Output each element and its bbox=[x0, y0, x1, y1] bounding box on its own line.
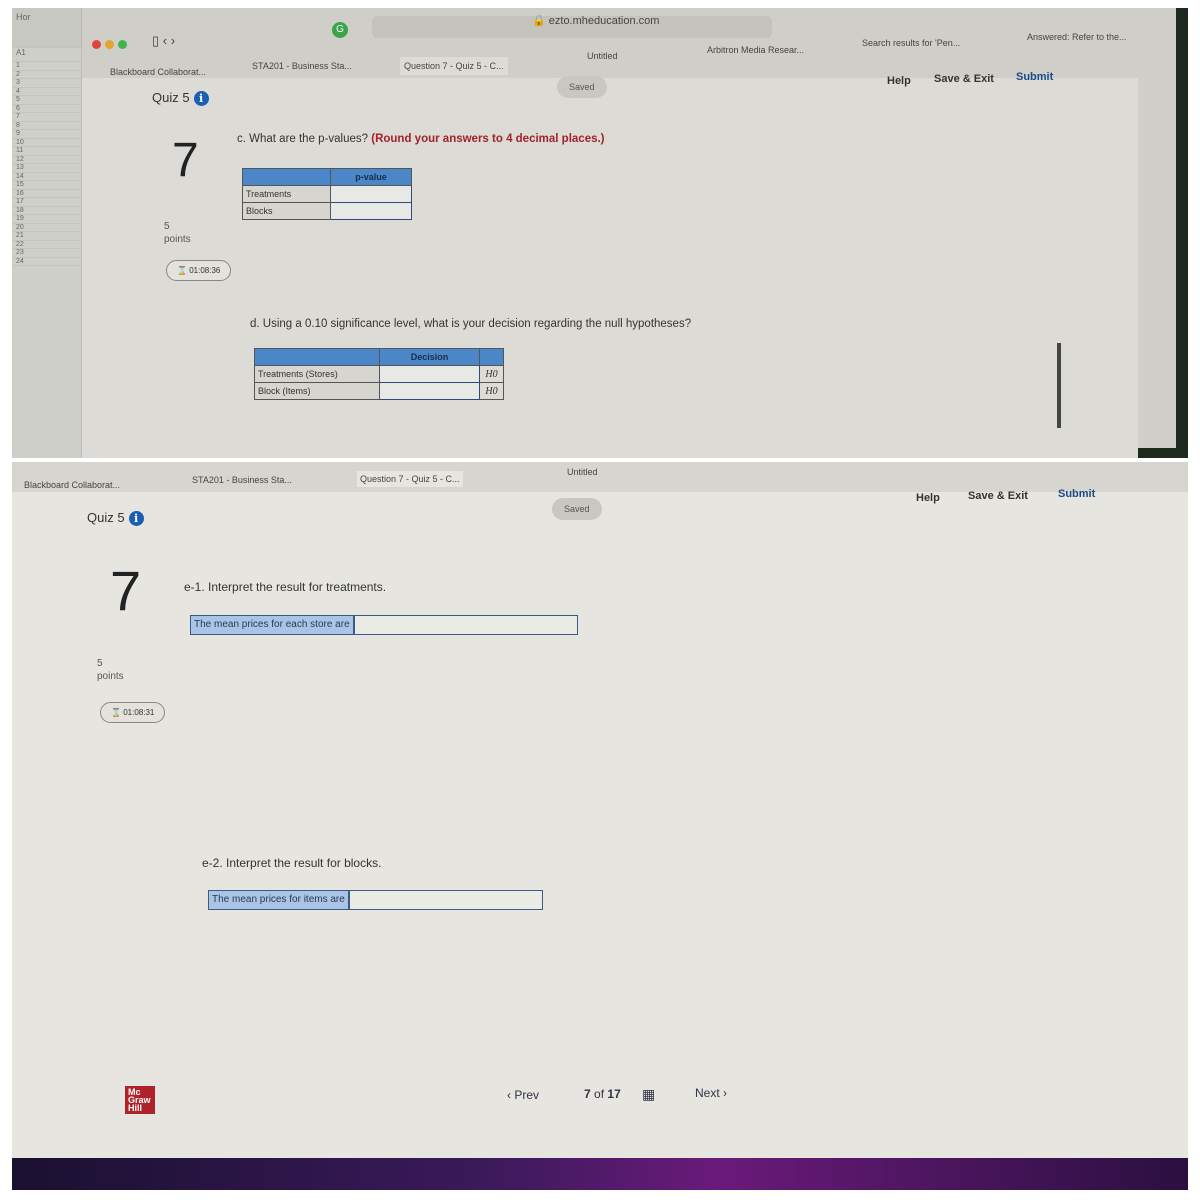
blocks-pvalue-input[interactable] bbox=[330, 202, 412, 220]
quiz-content: Saved Help Save & Exit Submit Quiz 5i 7 … bbox=[82, 71, 1138, 458]
sidebar-toggle-icon[interactable]: ▯ ‹ › bbox=[152, 33, 175, 49]
saved-indicator: Saved bbox=[557, 76, 607, 98]
chevron-right-icon: › bbox=[719, 1086, 728, 1100]
treatments-pvalue-input[interactable] bbox=[330, 185, 412, 203]
hourglass-icon: ⌛ bbox=[177, 266, 187, 275]
quiz-footer: Mc Graw Hill ‹ Prev 7 of 17 ▦ Next › bbox=[12, 1080, 1188, 1190]
info-icon[interactable]: i bbox=[193, 91, 209, 106]
tab-untitled[interactable]: Untitled bbox=[567, 467, 598, 477]
bottom-screenshot: Blackboard Collaborat... STA201 - Busine… bbox=[12, 462, 1188, 1190]
e2-answer: The mean prices for items are bbox=[208, 890, 543, 910]
tab-blackboard[interactable]: Blackboard Collaborat... bbox=[110, 67, 206, 77]
page-indicator: 7 of 17 bbox=[584, 1087, 621, 1101]
question-d: d. Using a 0.10 significance level, what… bbox=[250, 318, 692, 330]
points: 5 points bbox=[164, 221, 191, 245]
cursor-bar bbox=[1057, 343, 1061, 428]
submit-link[interactable]: Submit bbox=[1058, 488, 1095, 500]
pvalue-table: p-value Treatments Blocks bbox=[242, 168, 412, 220]
background-window-edge bbox=[1138, 8, 1188, 458]
tab-search-results[interactable]: Search results for 'Pen... bbox=[862, 38, 960, 48]
grid-icon[interactable]: ▦ bbox=[642, 1086, 655, 1103]
tab-answered[interactable]: Answered: Refer to the... bbox=[1027, 32, 1127, 42]
prev-button[interactable]: ‹ Prev bbox=[507, 1088, 539, 1102]
info-icon[interactable]: i bbox=[128, 511, 144, 526]
address-bar[interactable]: 🔒 ezto.mheducation.com bbox=[532, 14, 659, 27]
decision-table: Decision Treatments (Stores) H0 Block (It… bbox=[254, 348, 504, 400]
saved-indicator: Saved bbox=[552, 498, 602, 520]
question-c: c. What are the p-values? (Round your an… bbox=[237, 133, 605, 145]
timer: ⌛ 01:08:36 bbox=[166, 260, 232, 281]
tab-question7[interactable]: Question 7 - Quiz 5 - C... bbox=[400, 57, 508, 75]
timer: ⌛ 01:08:31 bbox=[100, 702, 166, 723]
help-link[interactable]: Help bbox=[916, 492, 940, 504]
top-screenshot: Hor A1 1 2 3 4 5 6 7 8 9 10 11 12 13 14 15 16 17 18 19 20 21… bbox=[12, 8, 1188, 458]
tab-untitled[interactable]: Untitled bbox=[587, 51, 618, 61]
save-exit-link[interactable]: Save & Exit bbox=[968, 490, 1028, 502]
points: 5 points bbox=[97, 658, 124, 682]
e1-answer: The mean prices for each store are bbox=[190, 615, 578, 635]
quiz-title: Quiz 5i bbox=[87, 510, 144, 526]
e2-answer-input[interactable] bbox=[349, 891, 542, 909]
spreadsheet-sidebar: Hor A1 1 2 3 4 5 6 7 8 9 10 11 12 13 14 15 16 17 18 19 20 21… bbox=[12, 8, 82, 458]
mcgraw-hill-logo: Mc Graw Hill bbox=[125, 1086, 155, 1114]
tab-arbitron[interactable]: Arbitron Media Resear... bbox=[707, 45, 804, 55]
blocks-decision-select[interactable] bbox=[379, 382, 480, 400]
next-button[interactable]: Next › bbox=[695, 1086, 727, 1100]
e1-answer-input[interactable] bbox=[354, 616, 577, 634]
tab-question7[interactable]: Question 7 - Quiz 5 - C... bbox=[357, 471, 463, 487]
save-exit-link[interactable]: Save & Exit bbox=[934, 73, 994, 85]
url-text: ezto.mheducation.com bbox=[548, 15, 660, 27]
tab-blackboard[interactable]: Blackboard Collaborat... bbox=[24, 480, 120, 490]
question-e1: e-1. Interpret the result for treatments… bbox=[184, 580, 387, 594]
help-link[interactable]: Help bbox=[887, 75, 911, 87]
tab-sta201[interactable]: STA201 - Business Sta... bbox=[192, 475, 292, 485]
tab-sta201[interactable]: STA201 - Business Sta... bbox=[252, 61, 352, 71]
browser-tabs: Blackboard Collaborat... STA201 - Busine… bbox=[12, 462, 1188, 492]
submit-link[interactable]: Submit bbox=[1016, 71, 1053, 83]
grammarly-icon[interactable]: G bbox=[332, 22, 348, 38]
quiz-title: Quiz 5i bbox=[152, 90, 209, 106]
question-number: 7 bbox=[110, 559, 142, 622]
hourglass-icon: ⌛ bbox=[111, 708, 121, 717]
question-number: 7 bbox=[172, 134, 199, 187]
question-e2: e-2. Interpret the result for blocks. bbox=[202, 856, 382, 870]
cell-reference: A1 bbox=[12, 48, 81, 62]
treatments-decision-select[interactable] bbox=[379, 365, 480, 383]
window-controls[interactable] bbox=[92, 36, 131, 54]
